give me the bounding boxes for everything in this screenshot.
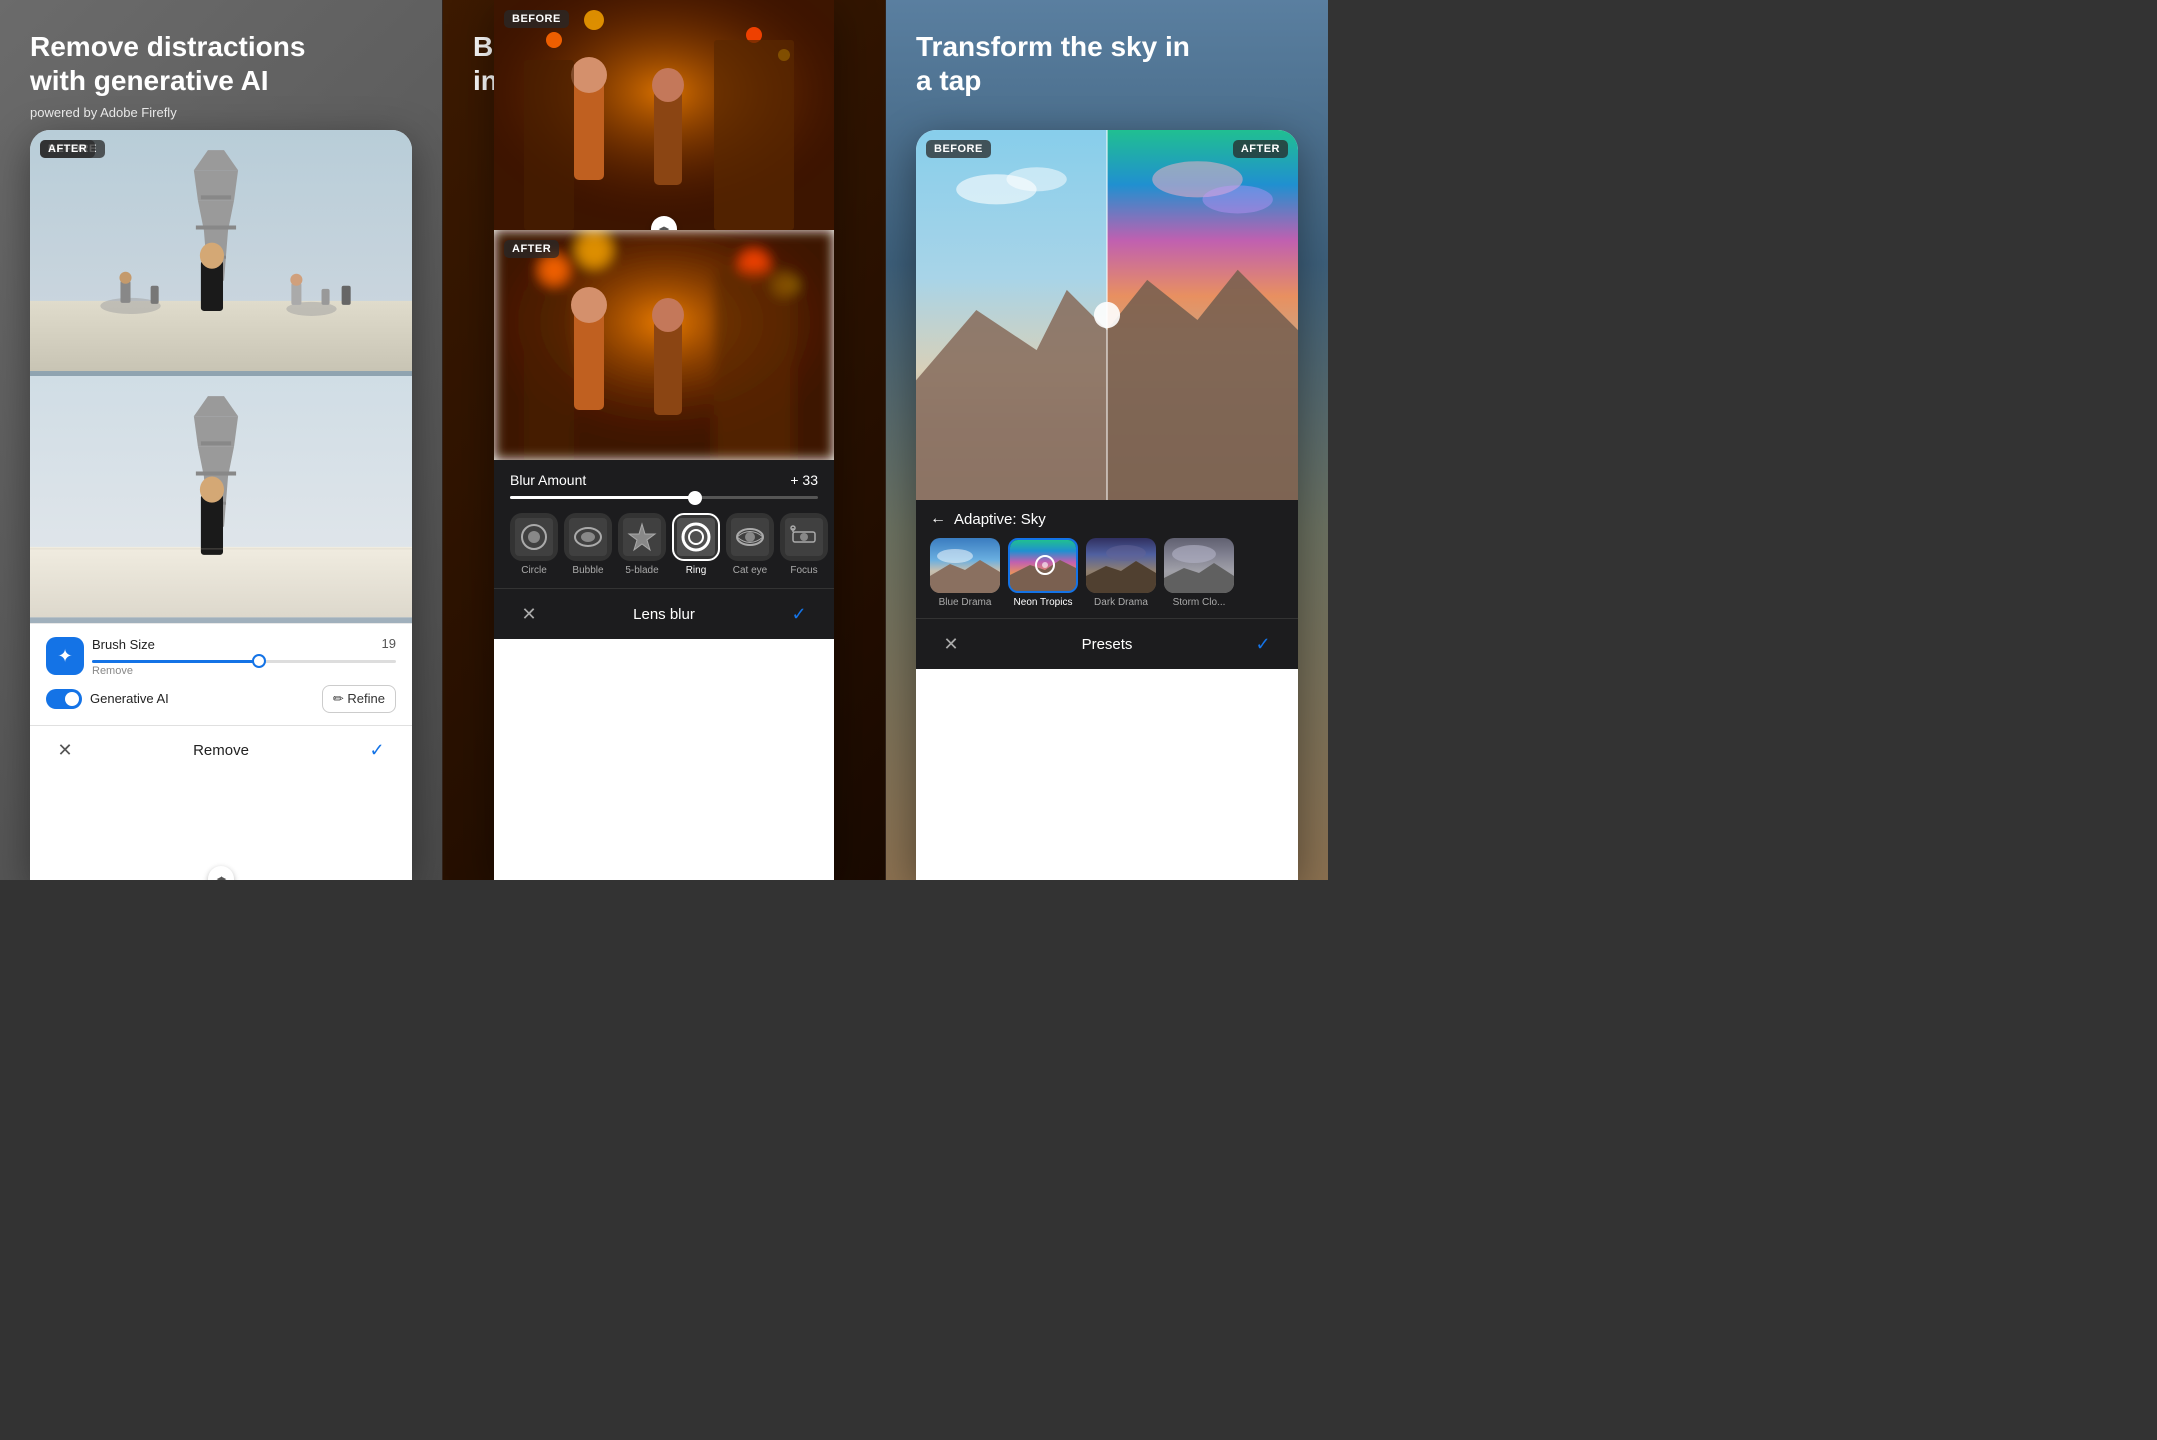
eiffel-after-svg — [30, 376, 412, 617]
circle-blur-icon — [510, 513, 558, 561]
gen-ai-row: Generative AI ✏ Refine — [46, 685, 396, 713]
panel2-bottom-bar: ✕ Lens blur ✓ — [494, 588, 834, 639]
panel1-cancel-button[interactable]: ✕ — [50, 736, 80, 766]
panel-remove-distractions: Remove distractions with generative AI p… — [0, 0, 442, 880]
panel1-bottom-bar: ✕ Remove ✓ — [30, 725, 412, 776]
panel-sky: Transform the sky in a tap BEFORE AFTER — [886, 0, 1328, 880]
panel3-cancel-button[interactable]: ✕ — [936, 629, 966, 659]
panel2-phone: BEFORE — [494, 0, 834, 880]
brush-label-group: Brush Size 19 Remove — [92, 636, 396, 677]
sky-presets: Blue Drama — [930, 538, 1284, 608]
panel2-cancel-button[interactable]: ✕ — [514, 599, 544, 629]
brush-slider-fill — [92, 660, 259, 663]
panel3-header: Transform the sky in a tap — [916, 30, 1196, 97]
sky-nav-row: ← Adaptive: Sky — [930, 510, 1284, 528]
brush-size-value: 19 — [382, 636, 396, 651]
neon-tropics-label: Neon Tropics — [1014, 597, 1073, 608]
panel1-confirm-button[interactable]: ✓ — [362, 736, 392, 766]
blur-type-cat-eye[interactable]: Cat eye — [726, 513, 774, 576]
focus-blur-label: Focus — [790, 565, 817, 576]
brush-slider[interactable] — [92, 660, 396, 663]
blur-types: Circle Bubble — [510, 513, 818, 576]
sky-controls: ← Adaptive: Sky — [916, 500, 1298, 618]
refine-button[interactable]: ✏ Refine — [322, 685, 396, 713]
brush-slider-thumb — [252, 654, 266, 668]
sky-photo-svg — [916, 130, 1298, 500]
sky-nav-back-button[interactable]: ← — [930, 510, 946, 528]
sky-preset-dark-drama[interactable]: Dark Drama — [1086, 538, 1156, 608]
dark-drama-label: Dark Drama — [1094, 597, 1148, 608]
panel2-after-photo: AFTER — [494, 230, 834, 460]
panel3-action-label: Presets — [1082, 636, 1133, 653]
blur-type-circle[interactable]: Circle — [510, 513, 558, 576]
brush-size-label: Brush Size — [92, 637, 155, 652]
gen-ai-label: Generative AI — [90, 691, 169, 706]
panel3-confirm-button[interactable]: ✓ — [1248, 629, 1278, 659]
sky-preset-neon-tropics[interactable]: Neon Tropics — [1008, 538, 1078, 608]
panel3-title: Transform the sky in a tap — [916, 30, 1196, 97]
sky-nav-title: Adaptive: Sky — [954, 511, 1046, 528]
blue-drama-thumb — [930, 538, 1000, 593]
panel1-after-badge: AFTER — [40, 140, 95, 158]
panel1-subtitle: powered by Adobe Firefly — [30, 105, 330, 120]
circle-blur-label: Circle — [521, 565, 547, 576]
gen-ai-toggle[interactable] — [46, 689, 82, 709]
blur-after-svg — [494, 230, 834, 460]
panel3-after-badge: AFTER — [1233, 140, 1288, 158]
panel1-header: Remove distractions with generative AI p… — [30, 30, 330, 120]
panel1-compare-handle[interactable] — [208, 866, 234, 880]
panel1-before-photo: BEFORE — [30, 130, 412, 376]
blur-type-5blade[interactable]: 5-blade — [618, 513, 666, 576]
blur-slider[interactable] — [510, 496, 818, 499]
focus-blur-icon — [780, 513, 828, 561]
bubble-blur-icon — [564, 513, 612, 561]
ring-blur-icon — [672, 513, 720, 561]
eiffel-before-svg — [30, 130, 412, 371]
blur-controls: Blur Amount + 33 — [494, 460, 834, 588]
panel1-title: Remove distractions with generative AI — [30, 30, 330, 97]
blur-amount-value: + 33 — [790, 472, 818, 488]
blur-slider-fill — [510, 496, 695, 499]
ring-blur-label: Ring — [686, 565, 707, 576]
blur-before-svg — [494, 0, 834, 230]
blur-type-ring[interactable]: Ring — [672, 513, 720, 576]
panel2-confirm-button[interactable]: ✓ — [784, 599, 814, 629]
panel2-before-photo: BEFORE — [494, 0, 834, 230]
brush-row: ✦ Brush Size 19 Remove — [46, 636, 396, 677]
sky-preset-storm[interactable]: Storm Clo... — [1164, 538, 1234, 608]
panel3-sky-photo: BEFORE AFTER — [916, 130, 1298, 500]
5blade-blur-icon — [618, 513, 666, 561]
panel2-after-badge: AFTER — [504, 240, 559, 258]
gen-ai-left: Generative AI — [46, 689, 169, 709]
panel3-bottom-bar: ✕ Presets ✓ — [916, 618, 1298, 669]
brush-icon: ✦ — [46, 637, 84, 675]
storm-label: Storm Clo... — [1173, 597, 1226, 608]
blur-amount-row: Blur Amount + 33 — [510, 472, 818, 488]
panel-blur: Blur backgrounds instantly with AI BEFOR… — [442, 0, 886, 880]
panel2-before-badge: BEFORE — [504, 10, 569, 28]
panel3-phone: BEFORE AFTER — [916, 130, 1298, 880]
panel1-after-photo: AFTER — [30, 376, 412, 622]
blur-type-bubble[interactable]: Bubble — [564, 513, 612, 576]
blur-slider-thumb — [688, 491, 702, 505]
dark-drama-thumb — [1086, 538, 1156, 593]
panel1-phone: BEFORE — [30, 130, 412, 880]
5blade-blur-label: 5-blade — [625, 565, 658, 576]
panel1-toolbar: ✦ Brush Size 19 Remove Generative AI ✏ R… — [30, 623, 412, 725]
panel2-action-label: Lens blur — [633, 606, 695, 623]
bubble-blur-label: Bubble — [572, 565, 603, 576]
cat-eye-blur-icon — [726, 513, 774, 561]
remove-sublabel: Remove — [92, 665, 396, 677]
blue-drama-label: Blue Drama — [939, 597, 992, 608]
neon-tropics-thumb — [1008, 538, 1078, 593]
storm-thumb — [1164, 538, 1234, 593]
panel1-action-label: Remove — [193, 742, 249, 759]
panel3-before-badge: BEFORE — [926, 140, 991, 158]
blur-type-focus[interactable]: Focus — [780, 513, 828, 576]
cat-eye-blur-label: Cat eye — [733, 565, 767, 576]
blur-amount-label: Blur Amount — [510, 472, 586, 488]
sky-preset-blue-drama[interactable]: Blue Drama — [930, 538, 1000, 608]
